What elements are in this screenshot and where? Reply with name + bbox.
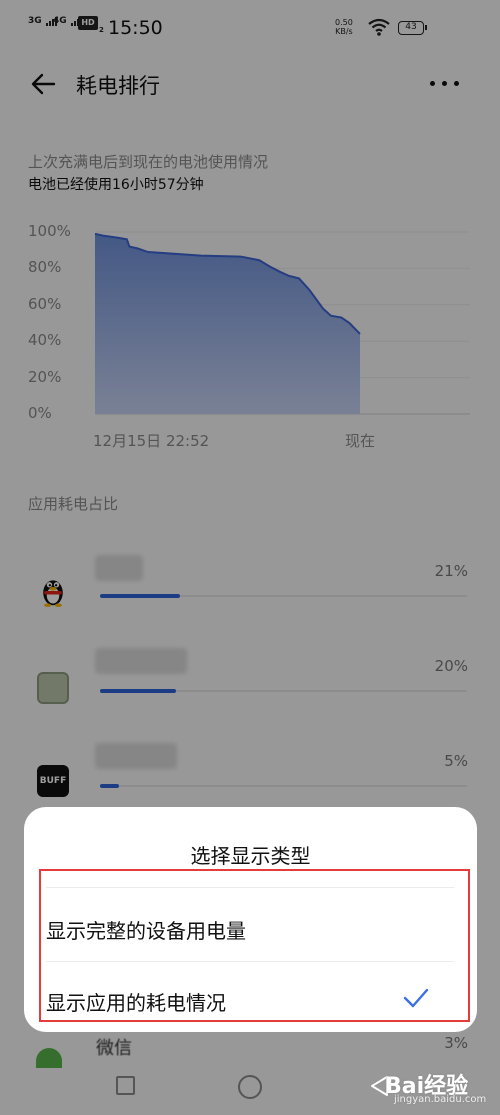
system-nav-bar: Bai经验 jingyan.baidu.com bbox=[0, 1040, 500, 1115]
dialog-title: 选择显示类型 bbox=[190, 844, 311, 868]
home-button[interactable] bbox=[238, 1075, 262, 1099]
watermark-url: jingyan.baidu.com bbox=[394, 1094, 487, 1105]
highlight-annotation-box bbox=[39, 869, 470, 1022]
recent-apps-button[interactable] bbox=[116, 1076, 135, 1095]
